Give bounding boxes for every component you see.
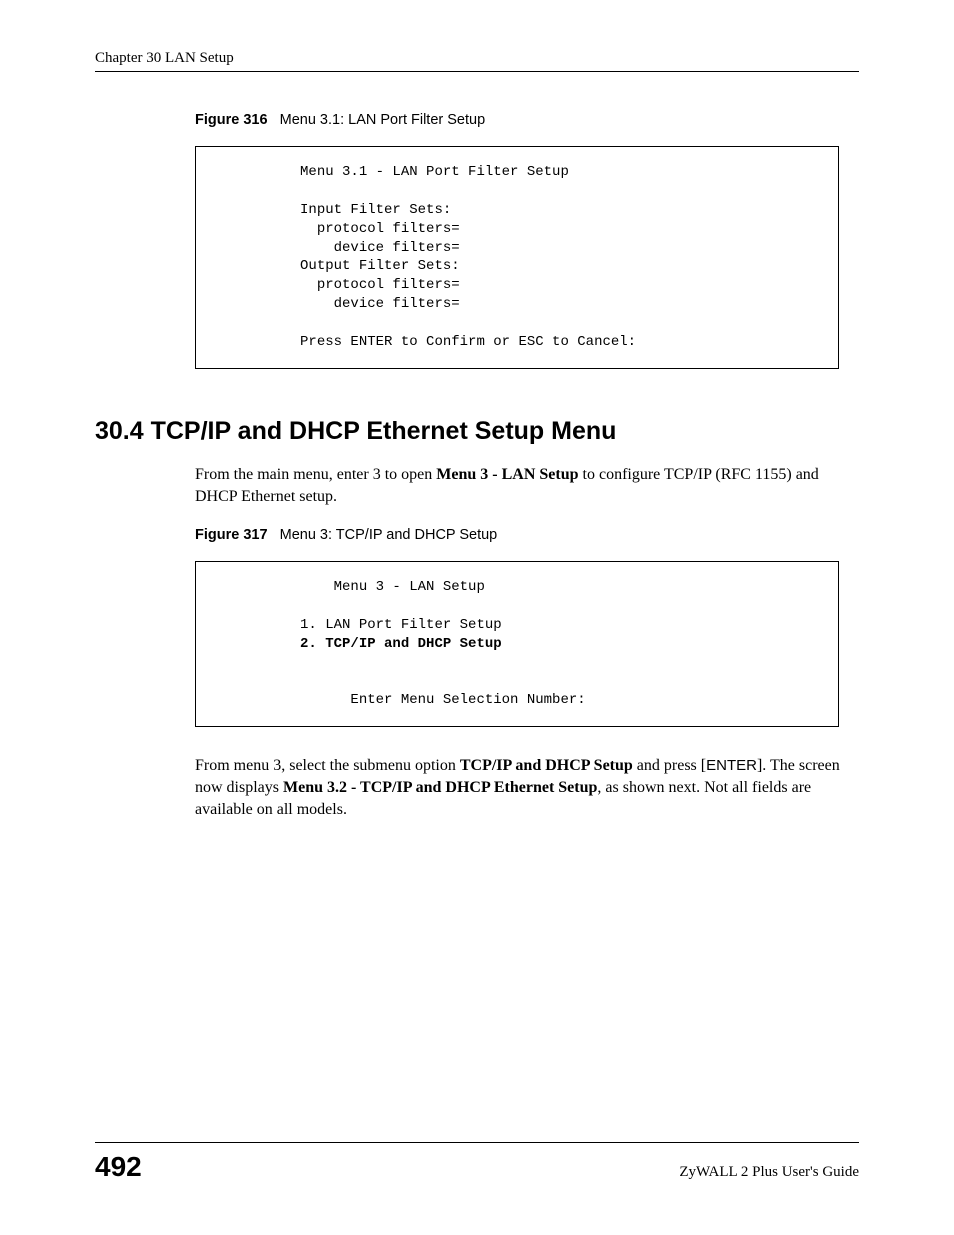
figure-label: Figure 316 [195,112,268,128]
terminal-line: device filters= [300,240,460,256]
figure-caption-text: Menu 3: TCP/IP and DHCP Setup [280,527,498,543]
terminal-line-bold: 2. TCP/IP and DHCP Setup [300,636,502,652]
para-text: From the main menu, enter 3 to open [195,466,436,483]
terminal-line: 1. LAN Port Filter Setup [300,617,502,633]
terminal-prompt: Press ENTER to Confirm or ESC to Cancel: [300,334,636,350]
terminal-line: Input Filter Sets: [300,202,451,218]
page-number: 492 [95,1151,142,1183]
para-text: From menu 3, select the submenu option [195,757,460,774]
terminal-prompt: Enter Menu Selection Number: [350,692,585,708]
section-heading-text: 30.4 TCP/IP and DHCP Ethernet Setup Menu [95,417,616,445]
terminal-line: device filters= [300,296,460,312]
chapter-title: Chapter 30 LAN Setup [95,50,234,66]
figure-label: Figure 317 [195,527,268,543]
running-header: Chapter 30 LAN Setup [95,50,859,72]
key-name: ENTER [706,757,757,774]
para-bold: Menu 3 - LAN Setup [436,466,578,483]
terminal-line: protocol filters= [300,221,460,237]
para-bold: TCP/IP and DHCP Setup [460,757,633,774]
body-paragraph: From menu 3, select the submenu option T… [195,755,859,820]
terminal-line: Output Filter Sets: [300,258,460,274]
para-text: and press [ [633,757,706,774]
figure-317-terminal: Menu 3 - LAN Setup 1. LAN Port Filter Se… [195,561,839,727]
terminal-title: Menu 3.1 - LAN Port Filter Setup [300,164,569,180]
figure-316-caption: Figure 316 Menu 3.1: LAN Port Filter Set… [195,112,859,128]
figure-caption-text: Menu 3.1: LAN Port Filter Setup [280,112,486,128]
para-bold: Menu 3.2 - TCP/IP and DHCP Ethernet Setu… [283,779,597,796]
footer-guide-name: ZyWALL 2 Plus User's Guide [679,1164,859,1181]
figure-317-caption: Figure 317 Menu 3: TCP/IP and DHCP Setup [195,527,859,543]
body-paragraph: From the main menu, enter 3 to open Menu… [195,464,859,507]
section-heading: 30.4 TCP/IP and DHCP Ethernet Setup Menu [95,417,859,446]
page-footer: 492 ZyWALL 2 Plus User's Guide [95,1142,859,1183]
terminal-line: protocol filters= [300,277,460,293]
figure-316-terminal: Menu 3.1 - LAN Port Filter Setup Input F… [195,146,839,369]
terminal-title: Menu 3 - LAN Setup [334,579,485,595]
